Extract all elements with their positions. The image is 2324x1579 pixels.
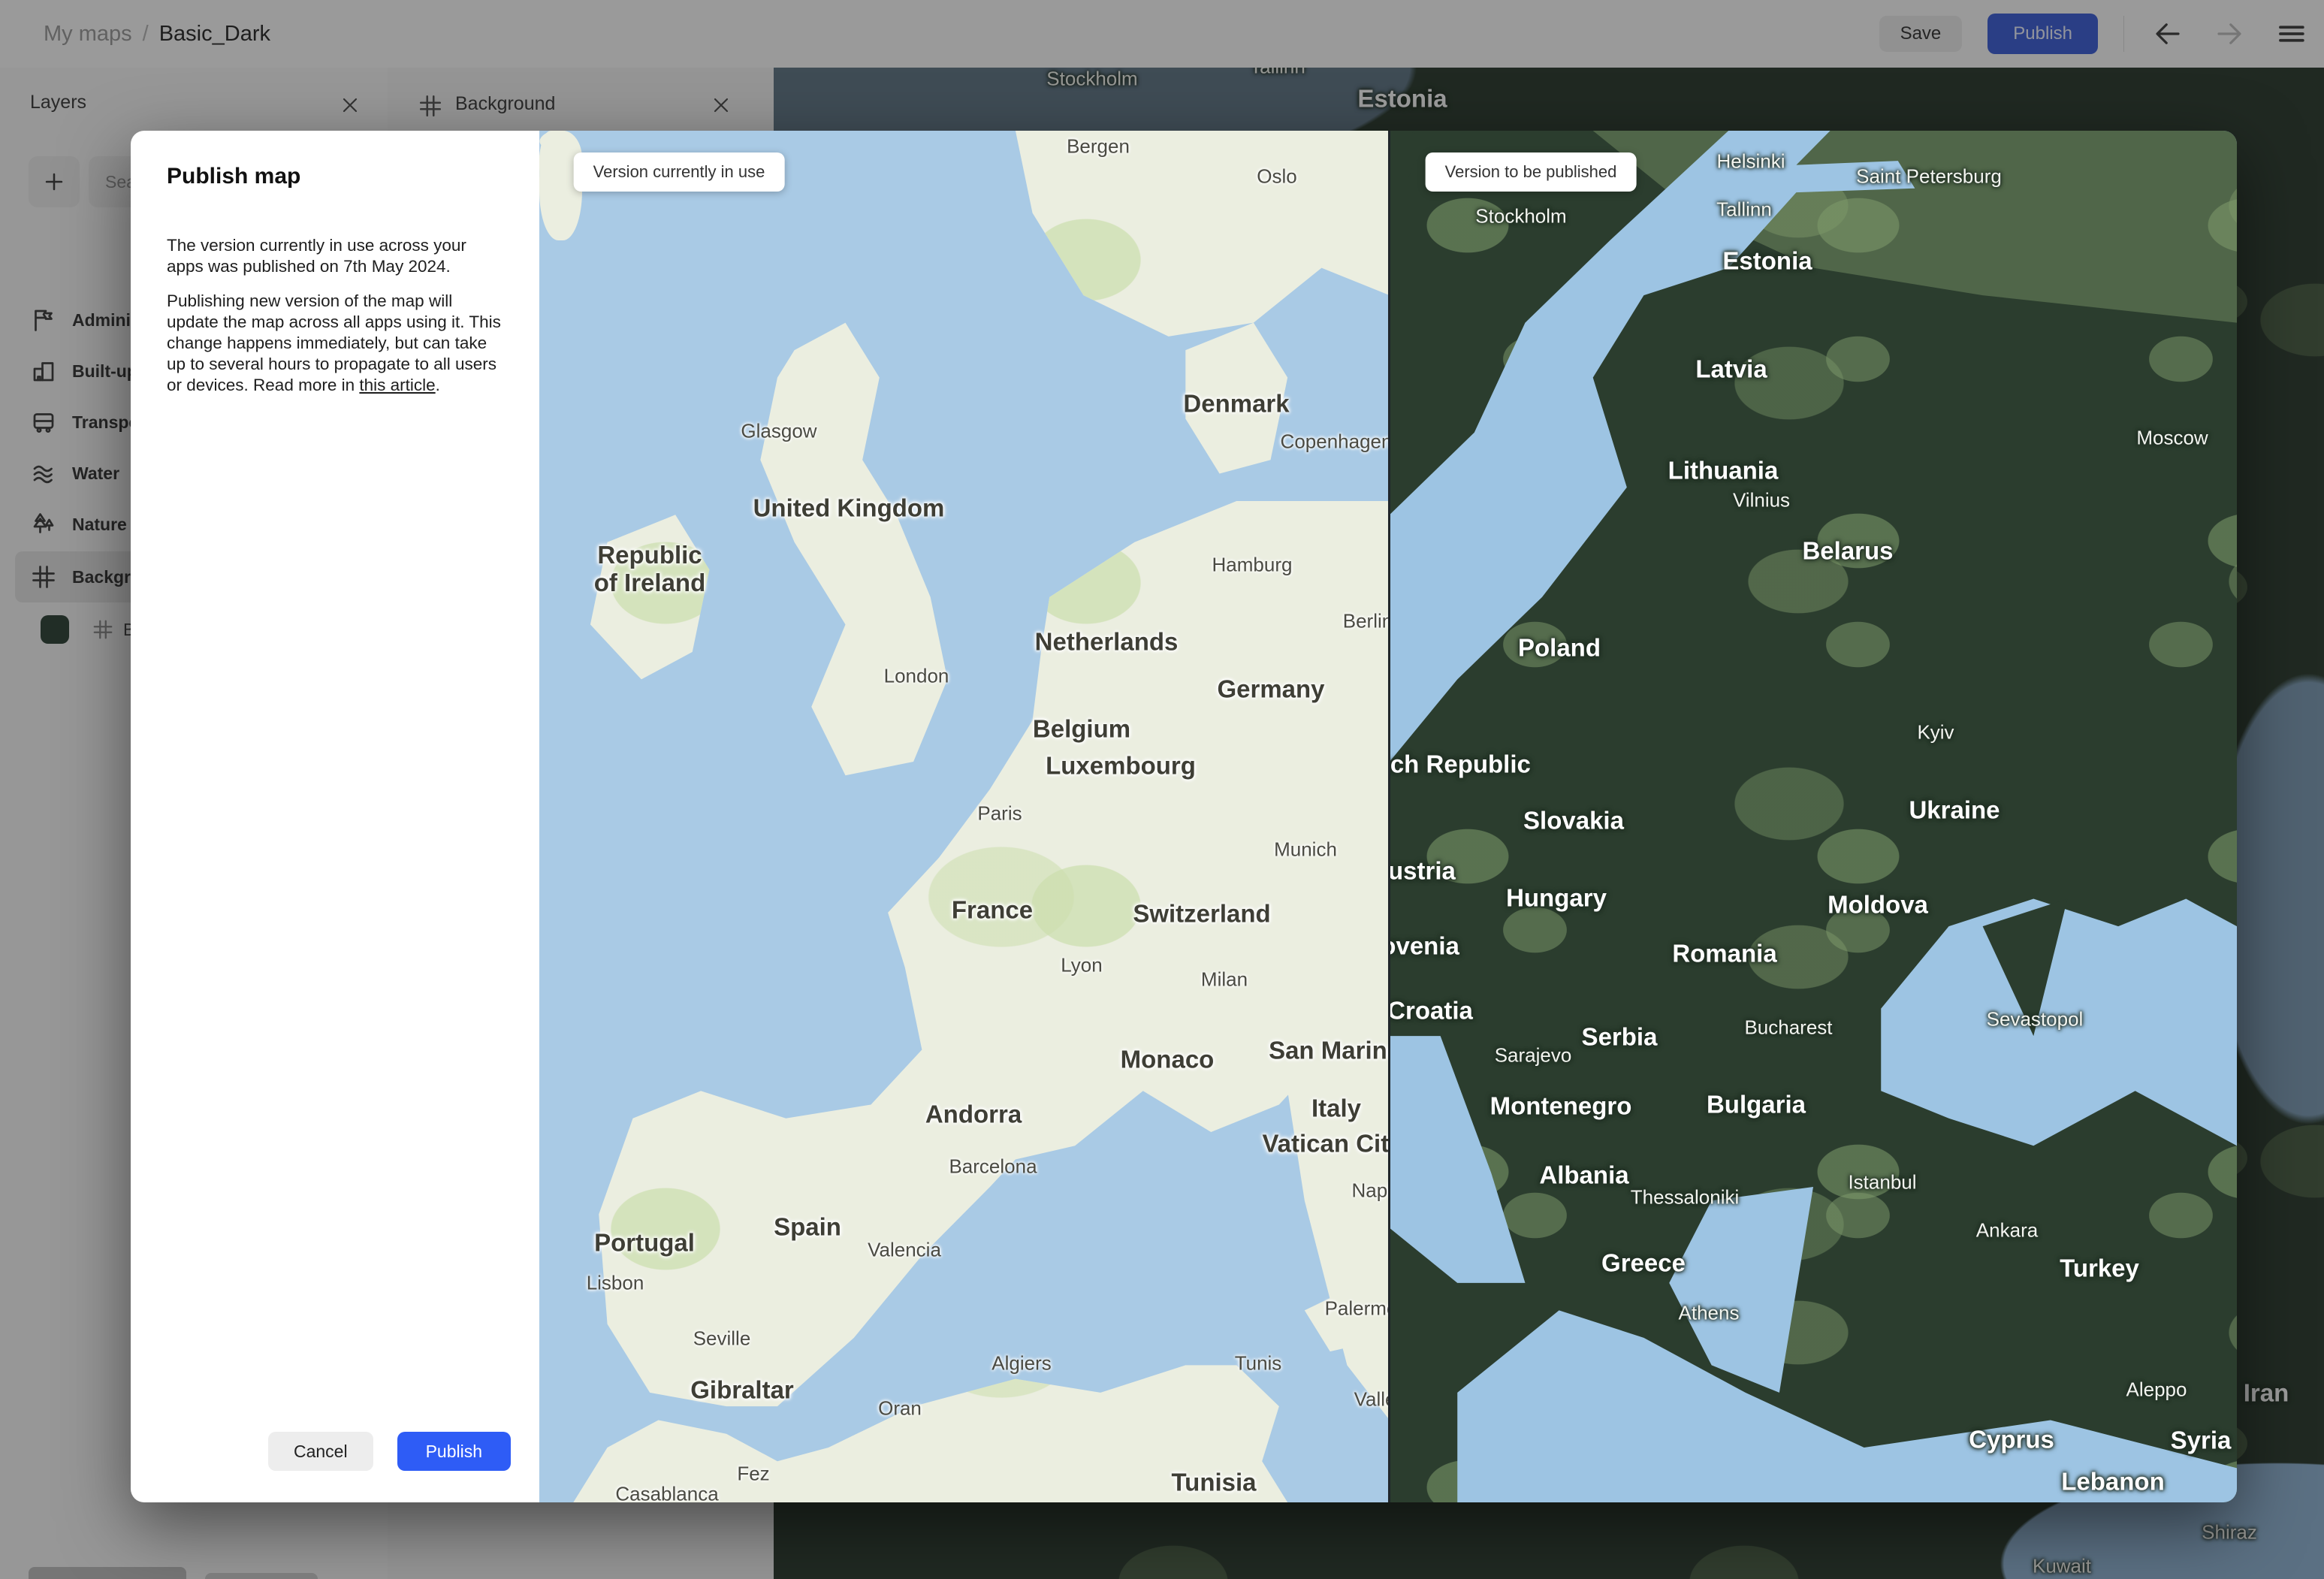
map-current-version[interactable]: Bergen Oslo Glasgow United Kingdom Republic …: [539, 131, 1390, 1502]
dialog-paragraph-1: The version currently in use across your…: [167, 235, 466, 276]
publish-button-dialog[interactable]: Publish: [397, 1432, 511, 1471]
current-version-badge: Version currently in use: [573, 152, 785, 192]
dialog-paragraph-2-text: Publishing new version of the map will u…: [167, 291, 501, 394]
dialog-actions: Cancel Publish: [267, 1432, 511, 1471]
version-comparison: Bergen Oslo Glasgow United Kingdom Republic …: [539, 131, 2237, 1502]
map-label: Algiers: [991, 1351, 1052, 1375]
this-article-link[interactable]: this article: [359, 376, 435, 394]
new-version-badge: Version to be published: [1425, 152, 1637, 192]
dialog-paragraph-2-period: .: [435, 375, 440, 394]
map-new-version[interactable]: Helsinki Saint Petersburg Tallinn Stockholm…: [1390, 131, 2237, 1502]
map-editor-window: My maps / Basic_Dark Save Publish Layers: [0, 0, 2324, 1579]
publish-dialog: Publish map The version currently in use…: [131, 131, 539, 1502]
dialog-title: Publish map: [167, 164, 301, 189]
cancel-button[interactable]: Cancel: [267, 1432, 373, 1471]
comparison-split-divider: [1388, 131, 1390, 1502]
land-eastern-europe: [1390, 131, 2237, 1502]
map-label: Copenhagen: [1280, 430, 1390, 453]
publish-map-modal: Bergen Oslo Glasgow United Kingdom Republic …: [131, 131, 2237, 1502]
dialog-paragraph-2: Publishing new version of the map will u…: [167, 291, 506, 396]
